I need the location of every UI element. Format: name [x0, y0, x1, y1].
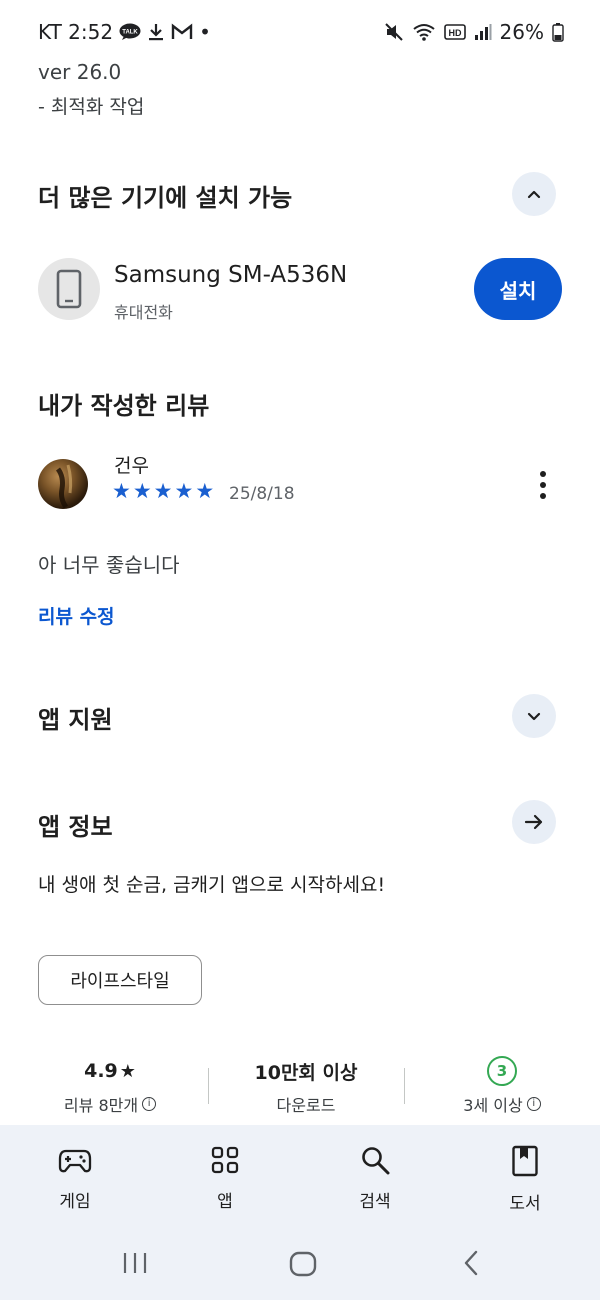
downloads-stat: 10만회 이상 다운로드	[216, 1058, 396, 1116]
star-rating: ★ ★ ★ ★ ★	[112, 480, 214, 502]
version-label: ver 26.0	[38, 60, 122, 84]
back-icon[interactable]	[460, 1249, 482, 1277]
download-icon	[147, 22, 165, 42]
age-rating-badge: 3	[487, 1056, 517, 1086]
nav-item-books[interactable]: 도서	[450, 1125, 600, 1225]
notification-dot: •	[199, 20, 211, 44]
downloads-label: 다운로드	[276, 1096, 336, 1115]
category-chip[interactable]: 라이프스타일	[38, 955, 202, 1005]
star-icon: ★	[153, 479, 173, 503]
phone-icon	[56, 269, 82, 309]
battery-icon	[552, 22, 564, 42]
apps-grid-icon	[211, 1146, 239, 1174]
nav-item-apps[interactable]: 앱	[150, 1125, 300, 1225]
nav-item-search[interactable]: 검색	[300, 1125, 450, 1225]
status-bar: KT 2:52 TALK • HD 26%	[0, 0, 600, 64]
app-info-arrow-button[interactable]	[512, 800, 556, 844]
nav-label-games: 게임	[59, 1192, 91, 1212]
reviewer-avatar	[38, 459, 88, 509]
install-button[interactable]: 설치	[474, 258, 562, 320]
collapse-button[interactable]	[512, 172, 556, 216]
nav-label-apps: 앱	[217, 1192, 233, 1212]
age-label: 3세 이상	[463, 1096, 523, 1115]
app-support-title: 앱 지원	[38, 706, 113, 734]
mute-icon	[384, 22, 404, 42]
more-dot	[540, 482, 546, 488]
status-left: KT 2:52 TALK •	[38, 20, 211, 44]
bottom-navigation: 게임 앱 검색 도서	[0, 1125, 600, 1225]
expand-app-support-button[interactable]	[512, 694, 556, 738]
info-icon[interactable]: i	[526, 1097, 541, 1111]
more-dot	[540, 471, 546, 477]
age-value-row: 3	[412, 1056, 592, 1086]
arrow-right-icon	[524, 814, 543, 830]
book-icon	[512, 1145, 538, 1177]
review-more-button[interactable]	[528, 468, 558, 502]
rating-value-row: 4.9 ★	[20, 1058, 200, 1084]
app-description: 내 생애 첫 순금, 금캐기 앱으로 시작하세요!	[38, 874, 386, 896]
recents-icon[interactable]	[120, 1251, 150, 1275]
version-note: - 최적화 작업	[38, 96, 145, 118]
app-info-title: 앱 정보	[38, 813, 113, 841]
info-icon[interactable]: i	[142, 1097, 157, 1111]
device-avatar	[38, 258, 100, 320]
kakaotalk-icon: TALK	[119, 23, 141, 41]
status-right: HD 26%	[384, 20, 564, 44]
talk-badge-text: TALK	[122, 30, 138, 36]
age-label-row: 3세 이상 i	[412, 1092, 592, 1116]
more-dot	[540, 493, 546, 499]
device-type: 휴대전화	[114, 303, 173, 322]
gamepad-icon	[58, 1149, 92, 1173]
star-icon: ★	[174, 479, 194, 503]
edit-review-link[interactable]: 리뷰 수정	[38, 602, 115, 629]
wifi-icon	[412, 22, 436, 42]
hd-voice-icon: HD	[443, 23, 466, 41]
home-icon[interactable]	[289, 1251, 317, 1277]
devices-section-title: 더 많은 기기에 설치 가능	[38, 184, 293, 212]
rating-star-icon: ★	[119, 1060, 136, 1082]
review-text: 아 너무 좋습니다	[38, 553, 180, 577]
battery-percent: 26%	[499, 20, 544, 44]
nav-label-search: 검색	[359, 1192, 391, 1212]
age-rating-stat[interactable]: 3 3세 이상 i	[412, 1056, 592, 1116]
review-section-title: 내가 작성한 리뷰	[38, 392, 210, 420]
star-icon: ★	[112, 479, 131, 503]
rating-value: 4.9	[84, 1060, 118, 1082]
rating-stat[interactable]: 4.9 ★ 리뷰 8만개 i	[20, 1058, 200, 1116]
nav-label-books: 도서	[509, 1194, 541, 1214]
chevron-down-icon	[527, 712, 541, 721]
star-icon: ★	[195, 479, 215, 503]
chevron-up-icon	[527, 190, 541, 199]
review-date: 25/8/18	[229, 484, 295, 504]
search-icon	[362, 1147, 390, 1175]
hd-badge-text: HD	[448, 28, 461, 38]
nav-item-games[interactable]: 게임	[0, 1125, 150, 1225]
system-navigation-bar	[0, 1225, 600, 1300]
gmail-icon	[171, 23, 193, 41]
signal-icon	[474, 23, 492, 41]
star-icon: ★	[132, 479, 152, 503]
stat-divider	[404, 1068, 405, 1104]
carrier-time: KT 2:52	[38, 20, 114, 44]
downloads-value: 10만회 이상	[254, 1061, 358, 1084]
reviewer-name: 건우	[114, 455, 149, 477]
rating-label: 리뷰 8만개	[63, 1096, 139, 1115]
rating-label-row: 리뷰 8만개 i	[20, 1092, 200, 1116]
stat-divider	[208, 1068, 209, 1104]
device-name: Samsung SM-A536N	[114, 262, 348, 288]
